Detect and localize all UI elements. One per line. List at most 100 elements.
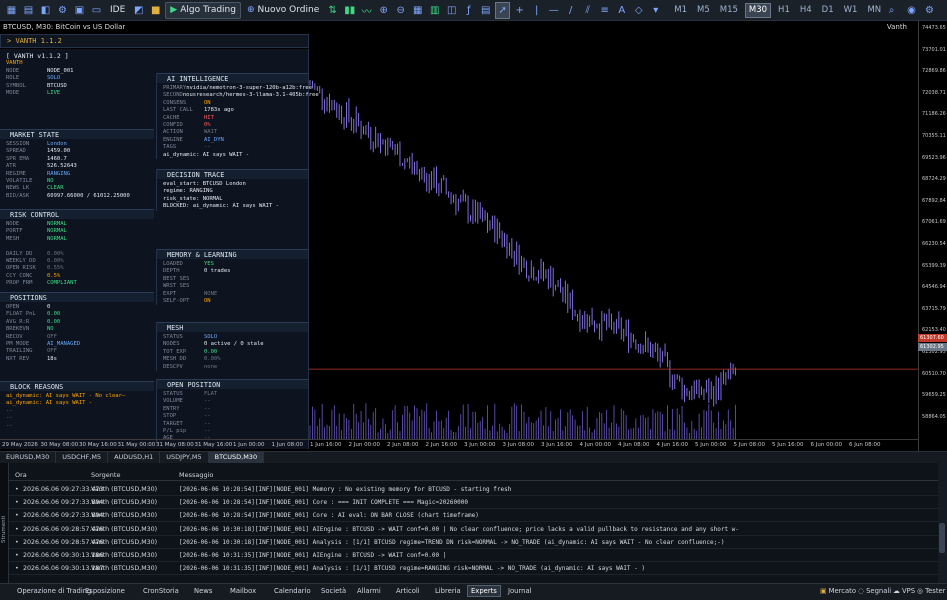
block-reasons-title: BLOCK REASONS — [0, 381, 154, 391]
crosshair-icon[interactable]: + — [512, 2, 527, 19]
row-value: OFF — [47, 333, 57, 340]
toolbox-tab[interactable]: Experts — [467, 585, 501, 597]
scroll-thumb[interactable] — [939, 523, 945, 553]
fibonacci-icon[interactable]: ≡ — [597, 2, 612, 19]
settings-icon[interactable]: ⚙ — [922, 2, 937, 19]
price-tick: 71186.26 — [922, 111, 946, 118]
trendline-icon[interactable]: / — [563, 2, 578, 19]
toolbox-tab[interactable]: Allarmi — [354, 586, 384, 596]
chart-tab[interactable]: BTCUSD,M30 — [208, 452, 265, 463]
tf-m30[interactable]: M30 — [744, 2, 772, 18]
toolbox-tab[interactable]: Calendario — [271, 586, 314, 596]
chart-tab[interactable]: USDCHF,M5 — [56, 452, 109, 463]
horizontal-line-icon[interactable]: — — [546, 2, 561, 19]
profiles-icon[interactable]: ▤ — [21, 2, 36, 19]
zoom-in-icon[interactable]: ⊕ — [376, 2, 391, 19]
time-tick: 1 Jun 00:00 — [233, 442, 265, 448]
data-window-icon[interactable]: ▣ — [72, 2, 87, 19]
market-status[interactable]: ▣ Mercato — [820, 587, 856, 595]
log-row[interactable]: • 2026.06.06 09:30:13.186 Vanth (BTCUSD,M3… — [9, 549, 947, 562]
chart-tab[interactable]: USDJPY,M5 — [160, 452, 209, 463]
hud-row: EXPT NONE — [157, 291, 308, 298]
vps-status[interactable]: ☁ VPS — [893, 587, 915, 595]
shapes-icon[interactable]: ◇ — [631, 2, 646, 19]
vps-icon: ☁ — [893, 587, 900, 595]
cursor-icon[interactable]: ➚ — [495, 1, 511, 19]
log-row[interactable]: • 2026.06.06 09:28:57.476 Vanth (BTCUSD,M3… — [9, 536, 947, 549]
signals-status[interactable]: ◌ Segnali — [858, 587, 891, 595]
algo-trading-button[interactable]: ▶ Algo Trading — [165, 1, 241, 19]
chart-tab[interactable]: AUDUSD,H1 — [108, 452, 161, 463]
channel-icon[interactable]: ⫽ — [580, 2, 595, 19]
strategy-tester-icon[interactable]: ◩ — [131, 2, 146, 19]
hud-row: TRAILING OFF — [0, 348, 154, 355]
text-icon[interactable]: A — [614, 2, 629, 19]
row-value: 0.00% — [47, 250, 64, 257]
ide-button[interactable]: IDE — [106, 2, 129, 19]
row-key: SPR EMA — [6, 155, 30, 162]
col-source[interactable]: Sorgente — [91, 471, 120, 479]
mesh-title: MESH — [157, 322, 308, 332]
zoom-out-icon[interactable]: ⊖ — [393, 2, 408, 19]
row-key: MESH — [6, 235, 20, 242]
toolbox-tab[interactable]: Società — [318, 586, 349, 596]
col-time[interactable]: Ora — [15, 471, 27, 479]
chart-area[interactable]: BTCUSD, M30: BitCoin vs US Dollar Vanth … — [0, 21, 947, 451]
price-axis[interactable]: 74473.65 73701.01 72869.86 72038.71 71186.26… — [918, 21, 947, 451]
toolbox-tab[interactable]: Esposizione — [82, 586, 128, 596]
chart-tab[interactable]: EURUSD,M30 — [0, 452, 57, 463]
new-chart-icon[interactable]: ▦ — [4, 2, 19, 19]
line-chart-icon[interactable]: 〰 — [359, 2, 374, 19]
period-icon[interactable]: ▾ — [648, 2, 663, 19]
tf-m5[interactable]: M5 — [694, 3, 713, 18]
tf-m15[interactable]: M15 — [717, 3, 741, 18]
log-row[interactable]: • 2026.06.06 09:27:33.894 Vanth (BTCUSD,M3… — [9, 509, 947, 523]
indicators-icon[interactable]: ƒ — [461, 2, 476, 19]
log-row[interactable]: • 2026.06.06 09:30:13.187 Vanth (BTCUSD,M3… — [9, 562, 947, 576]
log-row[interactable]: • 2026.06.06 09:27:33.894 Vanth (BTCUSD,M3… — [9, 496, 947, 510]
log-scrollbar[interactable] — [938, 463, 947, 583]
price-tick: 62153.40 — [922, 327, 946, 334]
tf-d1[interactable]: D1 — [819, 3, 837, 18]
time-tick: 29 May 2026 — [2, 442, 38, 448]
row-key: DAILY DD — [6, 250, 33, 257]
market-icon: ▣ — [820, 587, 827, 595]
toolbox-tab[interactable]: News — [191, 586, 215, 596]
grid-icon[interactable]: ▦ — [410, 2, 425, 19]
tf-w1[interactable]: W1 — [841, 3, 861, 18]
toolbox-tab[interactable]: Libreria — [432, 586, 464, 596]
toolbox-tab[interactable]: Mailbox — [227, 586, 259, 596]
market-watch-icon[interactable]: ◧ — [38, 2, 53, 19]
account-icon[interactable]: ◉ — [904, 2, 919, 19]
vertical-line-icon[interactable]: | — [529, 2, 544, 19]
toolbox-tab[interactable]: Journal — [505, 586, 535, 596]
row-value: SOLO — [204, 334, 218, 340]
sell-icon[interactable]: ⇅ — [325, 2, 340, 19]
templates-icon[interactable]: ▤ — [478, 2, 493, 19]
new-order-button[interactable]: ⊕ Nuovo Ordine — [243, 2, 323, 19]
market-state-section: MARKET STATE SESSION London SPREAD 1459.00 S… — [0, 129, 154, 200]
toolbox-tab[interactable]: Articoli — [393, 586, 423, 596]
tf-h1[interactable]: H1 — [775, 3, 793, 18]
row-key: ATR — [6, 163, 16, 170]
time-axis[interactable]: 29 May 2026 30 May 08:00 30 May 16:00 31 Ma… — [0, 439, 918, 451]
time-tick: 30 May 16:00 — [79, 442, 117, 448]
candles-icon[interactable]: ▮▮ — [342, 2, 357, 19]
hud-row: DESCPV none — [157, 364, 308, 371]
log-row[interactable]: • 2026.06.06 09:28:57.476 Vanth (BTCUSD,M3… — [9, 523, 947, 536]
tf-mn[interactable]: MN — [864, 3, 884, 18]
toolbox-tab[interactable]: CronStoria — [140, 586, 182, 596]
search-icon[interactable]: ⌕ — [884, 2, 899, 19]
col-message[interactable]: Messaggio — [179, 471, 213, 479]
autoscroll-icon[interactable]: ▥ — [427, 2, 442, 19]
chart-shift-icon[interactable]: ◫ — [444, 2, 459, 19]
terminal-icon[interactable]: ▭ — [89, 2, 104, 19]
log-bullet-icon: • — [15, 499, 19, 507]
log-row[interactable]: • 2026.06.06 09:27:33.473 Vanth (BTCUSD,M3… — [9, 483, 947, 496]
tester-status[interactable]: ◎ Tester — [917, 587, 945, 595]
toolbox-side-strip[interactable]: Strumenti — [0, 463, 9, 600]
tf-h4[interactable]: H4 — [797, 3, 815, 18]
one-click-icon[interactable]: ■ — [148, 2, 163, 19]
tf-m1[interactable]: M1 — [671, 3, 690, 18]
navigator-icon[interactable]: ⚙ — [55, 2, 70, 19]
